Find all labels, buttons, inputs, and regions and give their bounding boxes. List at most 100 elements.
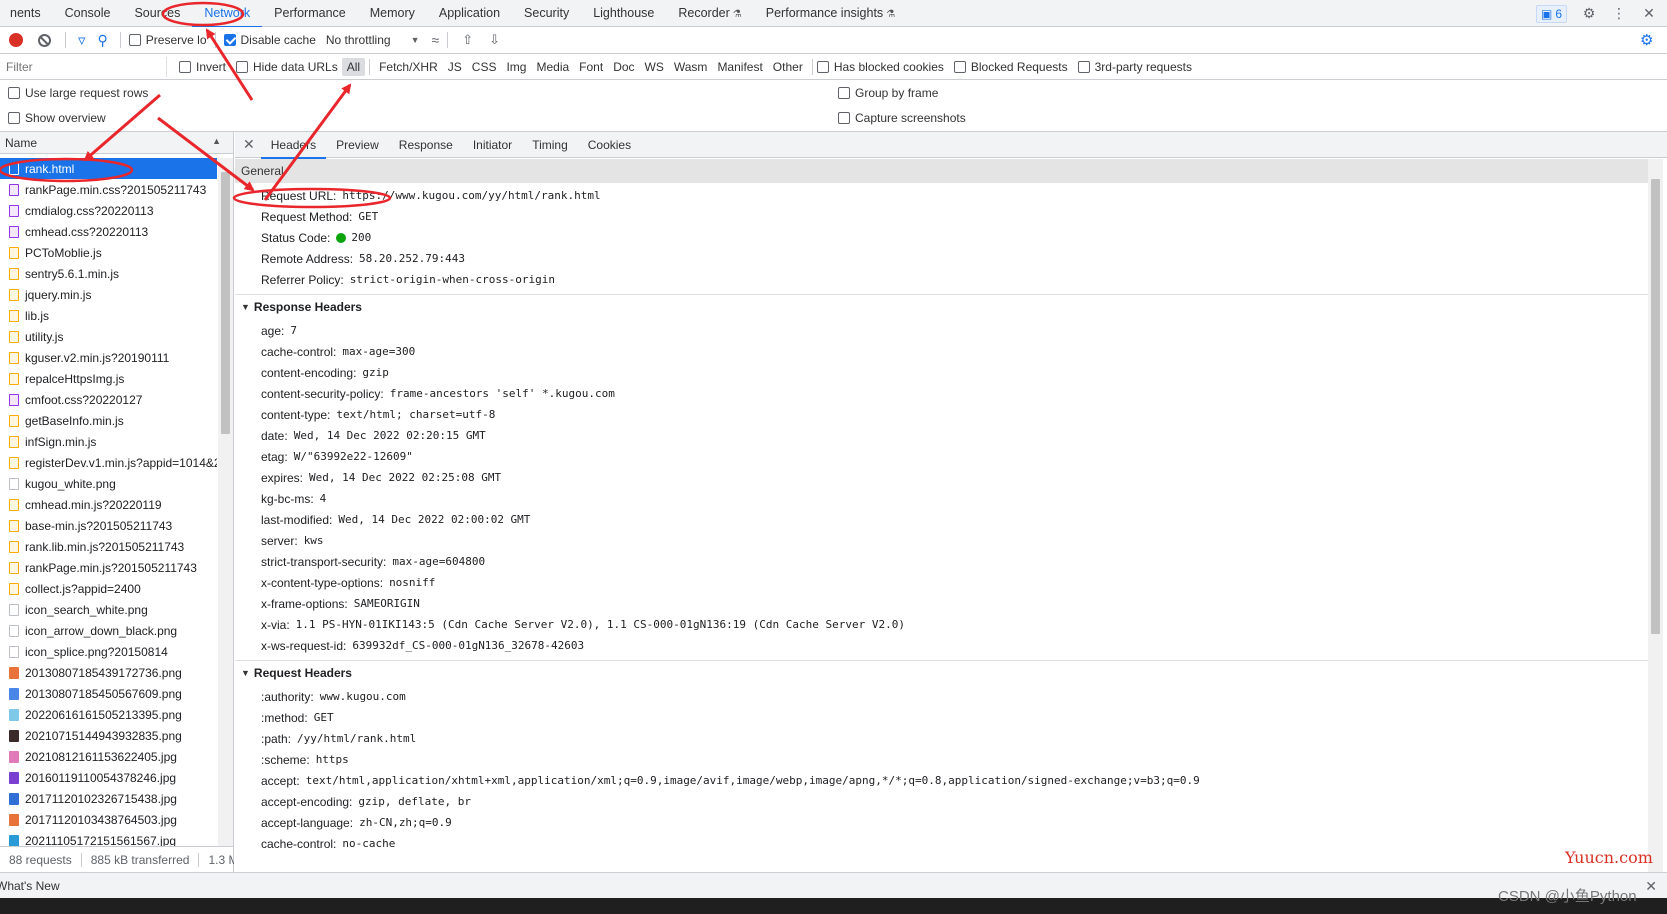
type-filter-all[interactable]: All [341, 57, 366, 76]
checkbox-box[interactable] [838, 112, 850, 124]
request-row[interactable]: cmhead.css?20220113 [0, 221, 217, 242]
request-row[interactable]: 20130807185450567609.png [0, 683, 217, 704]
request-row[interactable]: cmdialog.css?20220113 [0, 200, 217, 221]
type-filter-wasm[interactable]: Wasm [669, 58, 713, 76]
detail-tab-response[interactable]: Response [389, 132, 463, 158]
request-row[interactable]: utility.js [0, 326, 217, 347]
header-value[interactable]: Wed, 14 Dec 2022 02:00:02 GMT [338, 513, 530, 526]
header-value[interactable]: www.kugou.com [320, 690, 406, 703]
section-response-headers[interactable]: ▼ Response Headers [235, 294, 1648, 318]
tab-network[interactable]: Network [192, 0, 263, 28]
request-row[interactable]: 20210812161153622405.jpg [0, 746, 217, 767]
request-row[interactable]: 20210715144943932835.png [0, 725, 217, 746]
capture-screenshots-checkbox[interactable]: Capture screenshots [838, 111, 966, 125]
request-row[interactable]: 20171120102326715438.jpg [0, 788, 217, 809]
record-icon[interactable] [9, 33, 23, 47]
network-settings-gear-icon[interactable]: ⚙ [1640, 31, 1653, 49]
header-value[interactable]: https [316, 753, 349, 766]
request-row[interactable]: jquery.min.js [0, 284, 217, 305]
tab-console[interactable]: Console [53, 0, 123, 27]
request-row[interactable]: 20211105172151561567.jpg [0, 830, 217, 846]
detail-tab-preview[interactable]: Preview [326, 132, 389, 158]
header-value[interactable]: Wed, 14 Dec 2022 02:25:08 GMT [309, 471, 501, 484]
request-row[interactable]: infSign.min.js [0, 431, 217, 452]
header-value[interactable]: kws [304, 534, 324, 547]
large-request-rows-checkbox[interactable]: Use large request rows [8, 86, 148, 100]
detail-tab-headers[interactable]: Headers [260, 132, 327, 159]
request-row[interactable]: cmfoot.css?20220127 [0, 389, 217, 410]
request-list-scrollbar[interactable] [218, 158, 233, 846]
header-value[interactable]: https://www.kugou.com/yy/html/rank.html [342, 189, 600, 202]
header-value[interactable]: /yy/html/rank.html [297, 732, 416, 745]
section-general[interactable]: General [235, 159, 1648, 183]
header-value[interactable]: 1.1 PS-HYN-01IKI143:5 (Cdn Cache Server … [296, 618, 905, 631]
header-value[interactable]: 639932df_CS-000-01gN136_32678-42603 [352, 639, 584, 652]
request-row[interactable]: icon_search_white.png [0, 599, 217, 620]
checkbox-box[interactable] [223, 34, 236, 46]
close-details-icon[interactable]: ✕ [243, 136, 255, 153]
preserve-log-checkbox[interactable]: Preserve lo [128, 33, 207, 47]
header-value[interactable]: W/"63992e22-12609" [294, 450, 413, 463]
search-icon[interactable]: ⚲ [98, 32, 108, 49]
header-value[interactable]: nosniff [389, 576, 435, 589]
header-value[interactable]: Wed, 14 Dec 2022 02:20:15 GMT [294, 429, 486, 442]
hide-data-urls-checkbox[interactable]: Hide data URLs [236, 60, 338, 74]
request-row[interactable]: registerDev.v1.min.js?appid=1014&2 [0, 452, 217, 473]
header-value[interactable]: max-age=604800 [392, 555, 485, 568]
checkbox-box[interactable] [179, 60, 191, 73]
clear-icon[interactable] [38, 33, 51, 47]
request-row[interactable]: rank.lib.min.js?201505211743 [0, 536, 217, 557]
header-value[interactable]: GET [314, 711, 334, 724]
header-value[interactable]: GET [358, 210, 378, 223]
request-row[interactable]: icon_splice.png?20150814 [0, 641, 217, 662]
header-value[interactable]: 58.20.252.79:443 [359, 252, 465, 265]
filter-input[interactable] [2, 56, 167, 77]
show-overview-checkbox[interactable]: Show overview [8, 111, 106, 125]
header-value[interactable]: strict-origin-when-cross-origin [350, 273, 555, 286]
details-scrollbar[interactable] [1648, 159, 1663, 872]
tab-security[interactable]: Security [512, 0, 581, 27]
request-row[interactable]: PCToMoblie.js [0, 242, 217, 263]
issues-badge[interactable]: ▣ 6 [1535, 4, 1567, 23]
request-row[interactable]: rank.html [0, 158, 217, 179]
disable-cache-checkbox[interactable]: Disable cache [223, 33, 316, 47]
checkbox-box[interactable] [953, 60, 966, 73]
header-value[interactable]: gzip, deflate, br [358, 795, 471, 808]
tab-sources[interactable]: Sources [122, 0, 192, 27]
request-row[interactable]: getBaseInfo.min.js [0, 410, 217, 431]
request-row[interactable]: lib.js [0, 305, 217, 326]
header-value[interactable]: SAMEORIGIN [354, 597, 420, 610]
throttling-select[interactable]: No throttling ▼ [326, 33, 420, 47]
request-row[interactable]: 20220616161505213395.png [0, 704, 217, 725]
tab-performance-insights[interactable]: Performance insights ⚗ [754, 0, 907, 27]
filter-icon[interactable]: ▿ [78, 31, 86, 49]
group-by-frame-checkbox[interactable]: Group by frame [838, 86, 938, 100]
type-filter-manifest[interactable]: Manifest [712, 58, 767, 76]
tab-lighthouse[interactable]: Lighthouse [581, 0, 666, 27]
type-filter-other[interactable]: Other [768, 58, 808, 76]
request-row[interactable]: base-min.js?201505211743 [0, 515, 217, 536]
header-value[interactable]: 200 [351, 231, 371, 244]
request-row[interactable]: rankPage.min.css?201505211743 [0, 179, 217, 200]
close-devtools-icon[interactable]: ✕ [1641, 5, 1657, 22]
network-conditions-icon[interactable]: ≈ [432, 32, 440, 48]
request-row[interactable]: 20171120103438764503.jpg [0, 809, 217, 830]
more-options-icon[interactable]: ⋮ [1611, 5, 1627, 22]
tab-nents[interactable]: nents [0, 0, 53, 27]
request-row[interactable]: 20160119110054378246.jpg [0, 767, 217, 788]
header-value[interactable]: text/html; charset=utf-8 [336, 408, 495, 421]
scrollbar-thumb[interactable] [221, 172, 230, 434]
import-har-icon[interactable]: ⇧ [462, 32, 473, 48]
request-row[interactable]: icon_arrow_down_black.png [0, 620, 217, 641]
type-filter-fetch-xhr[interactable]: Fetch/XHR [374, 58, 443, 76]
request-row[interactable]: rankPage.min.js?201505211743 [0, 557, 217, 578]
detail-tab-cookies[interactable]: Cookies [578, 132, 641, 158]
checkbox-box[interactable] [236, 60, 249, 73]
checkbox-box[interactable] [838, 87, 850, 99]
tab-performance[interactable]: Performance [262, 0, 358, 27]
name-column-header[interactable]: Name ▲ [0, 132, 233, 154]
request-row[interactable]: collect.js?appid=2400 [0, 578, 217, 599]
request-row[interactable]: 20130807185439172736.png [0, 662, 217, 683]
header-value[interactable]: 7 [290, 324, 297, 337]
type-filter-font[interactable]: Font [574, 58, 608, 76]
